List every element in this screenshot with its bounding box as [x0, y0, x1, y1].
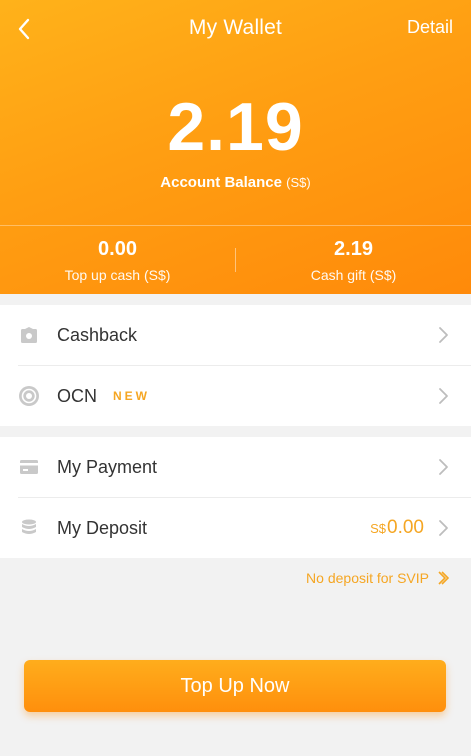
- top-up-now-button[interactable]: Top Up Now: [24, 660, 446, 712]
- chevron-right-icon: [439, 520, 448, 536]
- account-balance-label: Account Balance (S$): [0, 174, 471, 191]
- deposit-value: 0.00: [387, 517, 424, 538]
- menu-item-my-deposit[interactable]: My Deposit S$0.00: [0, 498, 471, 558]
- cashback-icon: [18, 324, 40, 346]
- header-divider: [0, 225, 471, 226]
- my-payment-label: My Payment: [57, 456, 158, 477]
- menu-group-1: Cashback OCN NEW: [0, 305, 471, 426]
- cashback-label: Cashback: [57, 324, 138, 345]
- deposit-currency: S$: [370, 521, 387, 536]
- topup-cash-label: Top up cash (S$): [64, 267, 171, 283]
- chevron-right-icon: [439, 388, 448, 404]
- account-balance-value: 2.19: [167, 89, 304, 165]
- balance-unit: (S$): [286, 175, 311, 190]
- ocn-coin-icon: [18, 385, 40, 407]
- deposit-amount: S$0.00: [370, 517, 424, 539]
- top-bar: My Wallet Detail: [0, 0, 471, 58]
- ocn-label: OCN: [57, 385, 97, 406]
- page-title: My Wallet: [188, 16, 283, 39]
- menu-group-2: My Payment My Deposit S$0.00: [0, 437, 471, 558]
- menu-item-my-payment[interactable]: My Payment: [0, 437, 471, 497]
- menu-item-cashback[interactable]: Cashback: [0, 305, 471, 365]
- detail-link[interactable]: Detail: [407, 17, 453, 38]
- cash-gift-value: 2.19: [334, 238, 373, 260]
- topup-cash-value: 0.00: [98, 238, 137, 260]
- svip-link-text: No deposit for SVIP: [306, 570, 429, 586]
- balance-label-text: Account Balance: [160, 174, 282, 191]
- chevron-right-icon: [439, 327, 448, 343]
- stack-icon: [18, 517, 40, 539]
- double-chevron-right-icon: [438, 571, 449, 585]
- cash-gift-label: Cash gift (S$): [310, 267, 397, 283]
- card-icon: [18, 456, 40, 478]
- my-deposit-label: My Deposit: [57, 517, 148, 538]
- menu-item-ocn[interactable]: OCN NEW: [0, 366, 471, 426]
- cash-gift-summary[interactable]: 2.19 Cash gift (S$): [236, 238, 471, 283]
- svip-link[interactable]: No deposit for SVIP: [306, 570, 449, 586]
- wallet-header: My Wallet Detail 2.19 Account Balance (S…: [0, 0, 471, 294]
- chevron-right-icon: [439, 459, 448, 475]
- topup-cash-summary[interactable]: 0.00 Top up cash (S$): [0, 238, 235, 283]
- new-badge: NEW: [113, 389, 150, 403]
